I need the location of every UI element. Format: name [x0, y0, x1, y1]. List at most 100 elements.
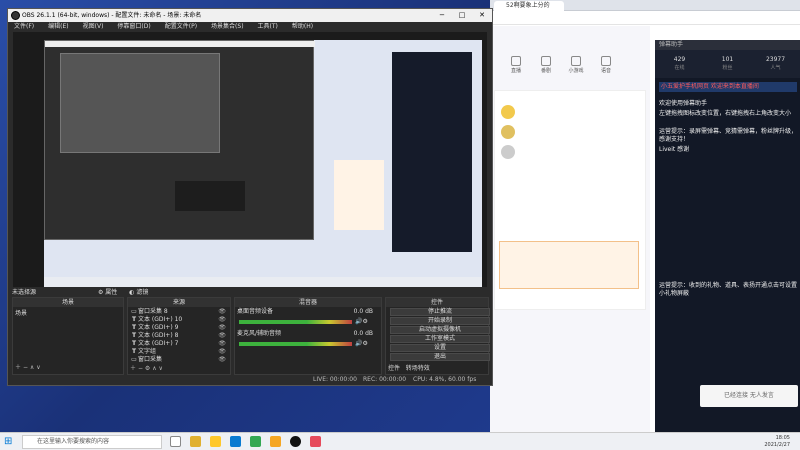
- tab-transitions[interactable]: 转场特效: [406, 365, 430, 372]
- windows-start-icon[interactable]: ⊞: [4, 436, 16, 448]
- source-name: 窗口采集 8: [138, 308, 168, 315]
- close-button[interactable]: ✕: [472, 9, 492, 22]
- start-recording-button[interactable]: 开始录制: [390, 317, 490, 325]
- visibility-icon[interactable]: 👁: [218, 324, 226, 332]
- remove-icon[interactable]: −: [138, 365, 143, 372]
- source-item[interactable]: T 文本 (GDI+) 10 👁: [130, 316, 230, 324]
- nav-item-bangumi[interactable]: 番剧: [536, 56, 556, 74]
- text-source-icon: T: [131, 316, 137, 323]
- up-icon[interactable]: ∧: [152, 365, 156, 372]
- browser-tab-title: 52啊要象上分的: [506, 2, 550, 9]
- file-explorer-icon[interactable]: [190, 436, 201, 447]
- menu-edit[interactable]: 编辑(E): [48, 23, 68, 30]
- panel-header: 弹幕助手: [655, 40, 800, 50]
- track-db: 0.0 dB: [353, 308, 373, 315]
- menu-profile[interactable]: 配置文件(P): [165, 23, 197, 30]
- properties-button[interactable]: ⚙ 属性: [98, 289, 117, 296]
- visibility-icon[interactable]: 👁: [218, 332, 226, 340]
- nav-item-live[interactable]: 直播: [506, 56, 526, 74]
- stat-fans: 101 粉丝: [705, 56, 750, 71]
- tab-controls[interactable]: 控件: [388, 365, 400, 372]
- mixer-track: 桌面音频设备 0.0 dB: [237, 308, 377, 316]
- visibility-icon[interactable]: 👁: [218, 340, 226, 348]
- source-item[interactable]: ▭窗口采集 👁: [130, 356, 230, 364]
- task-view-icon[interactable]: [170, 436, 181, 447]
- visibility-icon[interactable]: 👁: [218, 316, 226, 324]
- text-source-icon: T: [131, 348, 137, 355]
- cpu-fps: CPU: 4.8%, 60.00 fps: [413, 376, 477, 383]
- source-toolbar: 未选择源 ⚙ 属性 ◐ 滤镜: [12, 288, 488, 297]
- browser-tab[interactable]: 52啊要象上分的: [494, 1, 564, 11]
- captured-taskbar: [44, 277, 482, 287]
- obs-titlebar: OBS 26.1.1 (64-bit, windows) - 配置文件: 未命名…: [8, 9, 492, 22]
- message: Liveit 感谢: [659, 146, 797, 154]
- up-icon[interactable]: ∧: [30, 364, 34, 371]
- edge-icon[interactable]: [230, 436, 241, 447]
- message-text: 欢迎使用弹幕助手: [659, 100, 708, 107]
- nested-preview: [60, 53, 220, 153]
- menu-file[interactable]: 文件(F): [14, 23, 34, 30]
- down-icon[interactable]: ∨: [159, 365, 163, 372]
- message-text: 小五爱护手机网页 欢迎来到本直播间: [661, 83, 759, 90]
- live-icon: [511, 56, 521, 66]
- add-icon[interactable]: ＋: [130, 365, 136, 372]
- menu-tools[interactable]: 工具(T): [258, 23, 278, 30]
- source-name: 文本 (GDI+) 10: [138, 316, 183, 323]
- folder-icon[interactable]: [210, 436, 221, 447]
- dock-title: 场景: [13, 298, 123, 307]
- menu-scene-collection[interactable]: 场景集合(S): [211, 23, 244, 30]
- speaker-icon[interactable]: 🔊⚙: [355, 318, 368, 325]
- stop-streaming-button[interactable]: 停止推流: [390, 308, 490, 316]
- track-name: 麦克风/辅助音频: [237, 330, 282, 337]
- minimize-button[interactable]: −: [432, 9, 452, 22]
- filters-button[interactable]: ◐ 滤镜: [129, 289, 148, 296]
- exit-button[interactable]: 退出: [390, 353, 490, 361]
- visibility-icon[interactable]: 👁: [218, 308, 226, 316]
- obs-title-text: OBS 26.1.1 (64-bit, windows) - 配置文件: 未命名…: [22, 12, 202, 19]
- live-app-icon[interactable]: [310, 436, 321, 447]
- source-item[interactable]: ▭窗口采集 8 👁: [130, 308, 230, 316]
- captured-gift-card: [334, 160, 384, 230]
- live-timer: LIVE: 00:00:00: [313, 376, 357, 383]
- visibility-icon[interactable]: 👁: [218, 356, 226, 364]
- source-item[interactable]: T 文本 (GDI+) 7 👁: [130, 340, 230, 348]
- obs-taskbar-icon[interactable]: [290, 436, 301, 447]
- taskbar-search[interactable]: 在这里输入你要搜索的内容: [22, 435, 162, 449]
- search-placeholder: 在这里输入你要搜索的内容: [37, 438, 110, 445]
- studio-mode-button[interactable]: 工作室模式: [390, 335, 490, 343]
- browser-icon[interactable]: [250, 436, 261, 447]
- text-source-icon: T: [131, 340, 137, 347]
- speaker-icon[interactable]: 🔊⚙: [355, 340, 368, 347]
- message-text: 运营提示：收到的礼物、道具、表扬开通点击可设置小礼物屏蔽: [659, 282, 798, 297]
- add-icon[interactable]: ＋: [15, 364, 21, 371]
- gear-icon[interactable]: ⚙: [145, 365, 150, 372]
- nav-item-voice[interactable]: 语音: [596, 56, 616, 74]
- source-item[interactable]: T 文字组 👁: [130, 348, 230, 356]
- menu-docks[interactable]: 停靠窗口(D): [117, 23, 150, 30]
- source-item[interactable]: T 文本 (GDI+) 8 👁: [130, 332, 230, 340]
- down-icon[interactable]: ∨: [36, 364, 40, 371]
- system-clock[interactable]: 18:05 2021/2/27: [764, 435, 790, 449]
- nav-label: 小游戏: [568, 68, 584, 74]
- app-icon[interactable]: [270, 436, 281, 447]
- remove-icon[interactable]: −: [23, 364, 28, 371]
- preview-area[interactable]: [13, 32, 487, 287]
- settings-button[interactable]: 设置: [390, 344, 490, 352]
- maximize-button[interactable]: □: [452, 9, 472, 22]
- nav-label: 语音: [600, 68, 611, 74]
- source-item[interactable]: T 文本 (GDI+) 9 👁: [130, 324, 230, 332]
- menu-help[interactable]: 帮助(H): [292, 23, 313, 30]
- browser-address-bar[interactable]: [490, 11, 800, 25]
- browser-tabbar: 52啊要象上分的: [490, 0, 800, 11]
- virtual-camera-button[interactable]: 启动虚拟摄像机: [390, 326, 490, 334]
- menu-view[interactable]: 视图(V): [83, 23, 104, 30]
- scene-item[interactable]: 场景: [15, 310, 27, 318]
- dock-tabs: 控件 转场特效: [388, 365, 430, 373]
- visibility-icon[interactable]: 👁: [218, 348, 226, 356]
- sources-dock: 来源 ▭窗口采集 8 👁 T 文本 (GDI+) 10 👁 T 文本 (GDI+) 9 👁…: [127, 297, 231, 375]
- source-controls: ＋ − ⚙ ∧ ∨: [130, 365, 163, 373]
- nav-item-games[interactable]: 小游戏: [566, 56, 586, 74]
- rec-timer: REC: 00:00:00: [363, 376, 407, 383]
- scenes-dock: 场景 场景 ＋ − ∧ ∨: [12, 297, 124, 375]
- stat-label: 粉丝: [722, 65, 733, 71]
